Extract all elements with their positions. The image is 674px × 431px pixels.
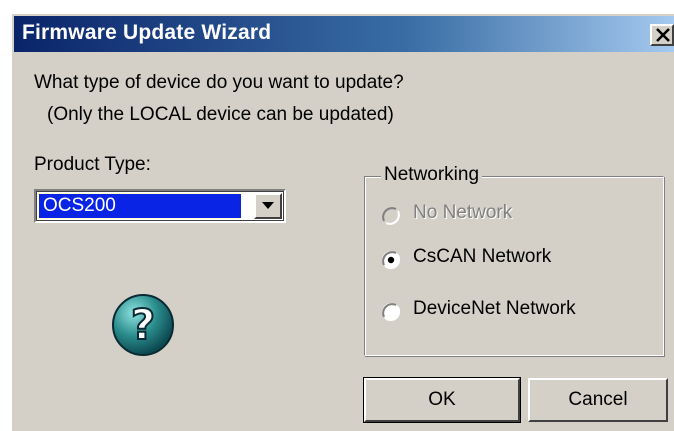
radio-label: CsCAN Network xyxy=(413,246,552,267)
firmware-update-dialog: Firmware Update Wizard What type of devi… xyxy=(10,12,674,431)
local-device-note: (Only the LOCAL device can be updated) xyxy=(47,104,394,125)
device-question: What type of device do you want to updat… xyxy=(34,72,404,93)
close-icon xyxy=(656,28,670,42)
product-type-selected-value[interactable]: OCS200 xyxy=(38,193,242,219)
title-bar[interactable]: Firmware Update Wizard xyxy=(14,16,674,52)
cancel-button[interactable]: Cancel xyxy=(528,378,668,422)
question-help-icon: ? xyxy=(112,294,174,356)
chevron-down-icon xyxy=(262,202,274,209)
radio-checked-icon xyxy=(382,251,400,269)
radio-label: No Network xyxy=(413,202,513,223)
dropdown-button[interactable] xyxy=(254,193,282,219)
help-glyph: ? xyxy=(131,300,155,349)
radio-unchecked-icon xyxy=(382,303,400,321)
product-type-dropdown[interactable]: OCS200 xyxy=(34,189,286,223)
close-button[interactable] xyxy=(650,24,674,46)
ok-button[interactable]: OK xyxy=(363,377,521,423)
networking-group-label: Networking xyxy=(381,164,483,186)
radio-unchecked-disabled-icon xyxy=(382,207,400,225)
product-type-label: Product Type: xyxy=(34,154,151,175)
radio-label: DeviceNet Network xyxy=(413,298,576,319)
networking-group: Networking No Network CsCAN Network Devi… xyxy=(364,164,664,356)
window-title: Firmware Update Wizard xyxy=(22,21,272,44)
